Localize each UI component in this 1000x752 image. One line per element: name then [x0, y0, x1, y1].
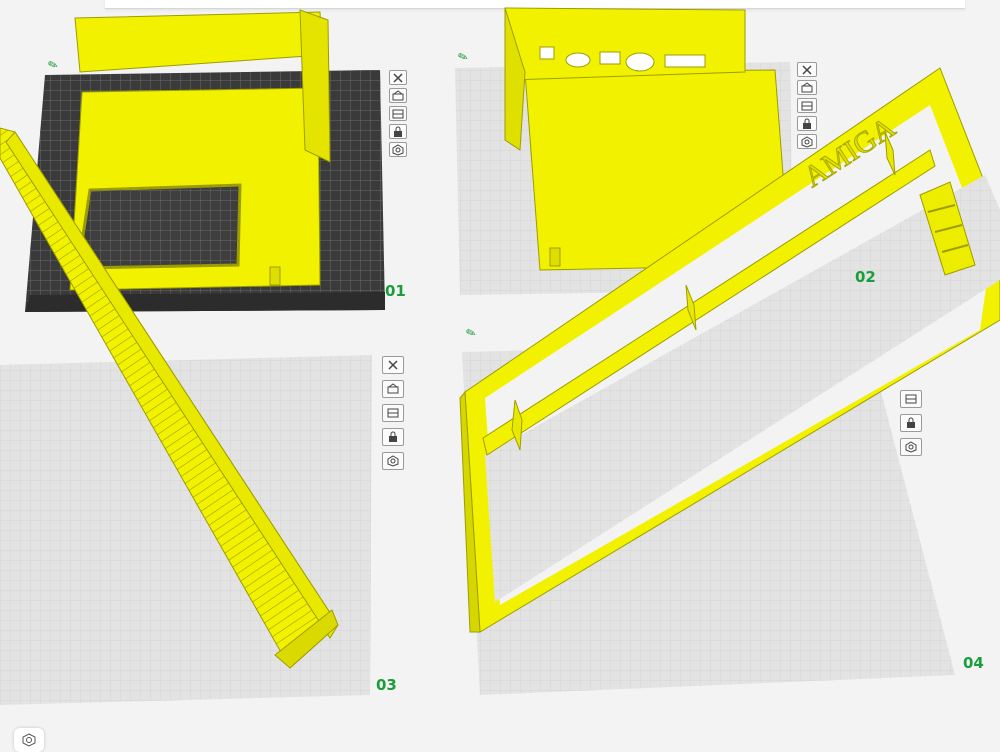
plate-label-04: 04 [963, 654, 984, 672]
arrange-icon[interactable] [900, 390, 922, 408]
settings-icon[interactable] [797, 134, 817, 149]
lock-icon[interactable] [382, 428, 404, 446]
auto-orient-icon[interactable] [797, 80, 817, 95]
plate-03-tools [382, 356, 404, 470]
close-icon[interactable] [382, 356, 404, 374]
arrange-icon[interactable] [389, 106, 407, 121]
close-icon[interactable] [389, 70, 407, 85]
model-base-tray-01[interactable] [69, 9, 331, 291]
plate-02-tools [797, 62, 817, 149]
plate-label-03: 03 [376, 676, 397, 694]
plate-label-01: 01 [385, 282, 406, 300]
settings-icon[interactable] [900, 438, 922, 456]
settings-icon[interactable] [382, 452, 404, 470]
lock-icon[interactable] [389, 124, 407, 139]
plate-label-02: 02 [855, 268, 876, 286]
plate-04-tools [900, 390, 922, 456]
3d-viewport[interactable]: AMIGA [0, 0, 1000, 750]
lock-icon[interactable] [797, 116, 817, 131]
arrange-icon[interactable] [797, 98, 817, 113]
close-icon[interactable] [797, 62, 817, 77]
auto-orient-icon[interactable] [389, 88, 407, 103]
view-cube-icon[interactable] [14, 728, 44, 752]
plate-01-tools [389, 70, 407, 157]
settings-icon[interactable] [389, 142, 407, 157]
auto-orient-icon[interactable] [382, 380, 404, 398]
lock-icon[interactable] [900, 414, 922, 432]
arrange-icon[interactable] [382, 404, 404, 422]
